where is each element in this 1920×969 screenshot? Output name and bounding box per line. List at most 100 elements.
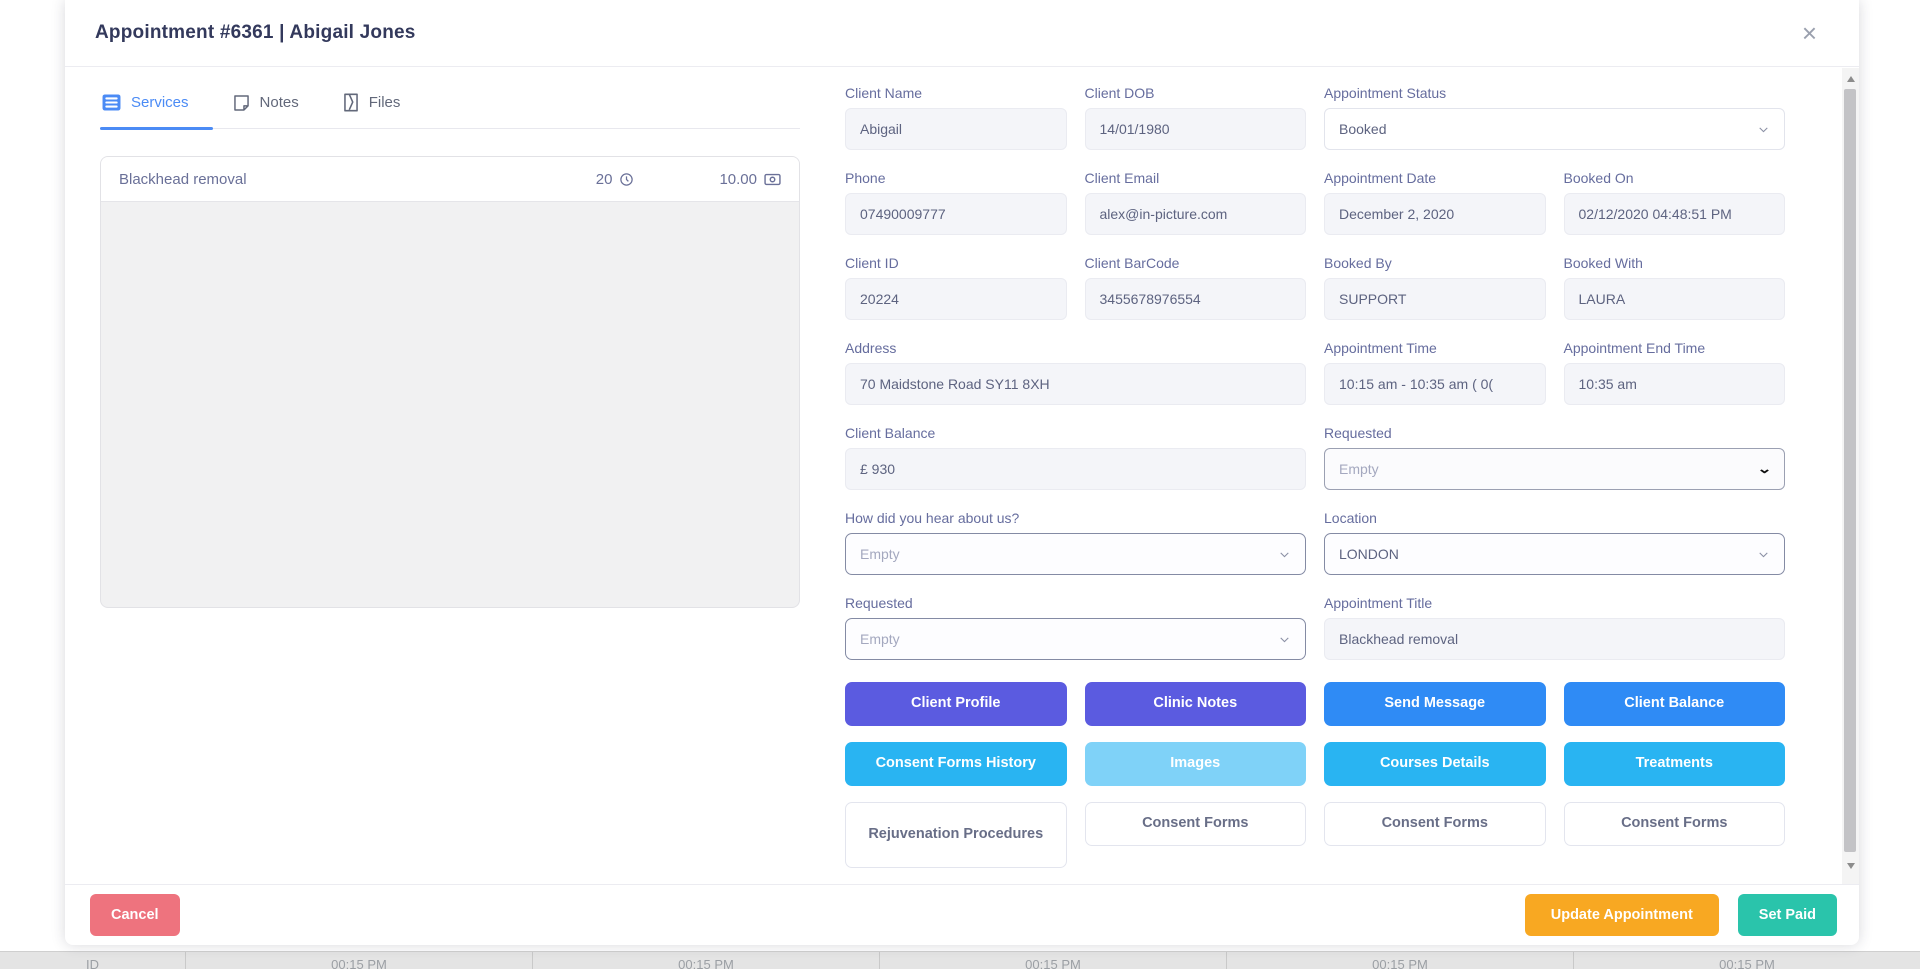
rejuvenation-procedures-button[interactable]: Rejuvenation Procedures — [845, 802, 1067, 868]
chevron-down-icon — [1757, 548, 1770, 561]
address-input[interactable]: 70 Maidstone Road SY11 8XH — [845, 363, 1306, 405]
consent-forms-history-button[interactable]: Consent Forms History — [845, 742, 1067, 786]
client-barcode-input[interactable]: 3455678976554 — [1085, 278, 1307, 320]
files-icon — [343, 93, 359, 112]
footer-right-actions: Update Appointment Set Paid — [1525, 894, 1837, 936]
field-label: Client Email — [1085, 170, 1307, 186]
tab-bar: Services Notes Files — [100, 93, 800, 128]
client-name-input[interactable]: Abigail — [845, 108, 1067, 150]
field-value: 10:15 am - 10:35 am ( 0( — [1339, 376, 1531, 392]
field-appointment-date: Appointment Date December 2, 2020 — [1324, 170, 1546, 235]
requested-dropdown[interactable]: Empty — [845, 618, 1306, 660]
appointment-title-input[interactable]: Blackhead removal — [1324, 618, 1785, 660]
field-requested: Requested Empty — [845, 595, 1306, 660]
tab-label: Services — [131, 94, 189, 111]
modal-title: Appointment #6361 | Abigail Jones — [95, 22, 416, 44]
consent-forms-button[interactable]: Consent Forms — [1324, 802, 1546, 846]
courses-details-button[interactable]: Courses Details — [1324, 742, 1546, 786]
calendar-column-header: 00:15 PM — [879, 952, 1226, 969]
client-balance-button[interactable]: Client Balance — [1564, 682, 1786, 726]
consent-forms-button[interactable]: Consent Forms — [1085, 802, 1307, 846]
phone-input[interactable]: 07490009777 — [845, 193, 1067, 235]
field-client-id: Client ID20224 — [845, 255, 1067, 320]
how-did-you-hear-about-us-dropdown[interactable]: Empty — [845, 533, 1306, 575]
chevron-down-icon — [1757, 123, 1770, 136]
field-value: 14/01/1980 — [1100, 121, 1292, 137]
field-label: Requested — [1324, 425, 1785, 441]
modal-scrollbar[interactable] — [1842, 68, 1859, 884]
calendar-column-header: ID — [0, 952, 185, 969]
tab-label: Files — [369, 94, 401, 111]
service-duration-value: 20 — [596, 171, 613, 188]
booked-by-input[interactable]: SUPPORT — [1324, 278, 1546, 320]
modal-header: Appointment #6361 | Abigail Jones × — [65, 0, 1859, 67]
calendar-column-header: 00:15 PM — [532, 952, 879, 969]
requested-dropdown[interactable]: Empty ⌄ — [1324, 448, 1785, 490]
field-client-dob: Client DOB 14/01/1980 — [1085, 85, 1307, 150]
cancel-button[interactable]: Cancel — [90, 894, 180, 936]
service-price-value: 10.00 — [719, 171, 757, 188]
appointment-status-dropdown[interactable]: Booked — [1324, 108, 1785, 150]
field-booked-by: Booked BySUPPORT — [1324, 255, 1546, 320]
field-label: Appointment Status — [1324, 85, 1785, 101]
form-grid: Client NameAbigail Client DOB 14/01/1980 Ap… — [845, 85, 1785, 660]
field-label: Appointment Date — [1324, 170, 1546, 186]
update-appointment-button[interactable]: Update Appointment — [1525, 894, 1719, 936]
field-address: Address70 Maidstone Road SY11 8XH — [845, 340, 1306, 405]
appointment-modal: Appointment #6361 | Abigail Jones × Serv… — [65, 0, 1859, 945]
client-profile-button[interactable]: Client Profile — [845, 682, 1067, 726]
field-value: Blackhead removal — [1339, 631, 1770, 647]
tab-services[interactable]: Services — [102, 93, 189, 128]
field-booked-on: Booked On 02/12/2020 04:48:51 PM — [1564, 170, 1786, 235]
field-label: Appointment End Time — [1564, 340, 1786, 356]
field-label: Client BarCode — [1085, 255, 1307, 271]
field-requested: Requested Empty ⌄ — [1324, 425, 1785, 490]
set-paid-button[interactable]: Set Paid — [1738, 894, 1837, 936]
field-appointment-time: Appointment Time10:15 am - 10:35 am ( 0( — [1324, 340, 1546, 405]
field-value: SUPPORT — [1339, 291, 1531, 307]
cash-icon — [764, 172, 781, 187]
service-row[interactable]: Blackhead removal 20 10.00 — [101, 157, 799, 202]
field-label: Client DOB — [1085, 85, 1307, 101]
field-value: Empty — [860, 546, 1270, 562]
field-label: How did you hear about us? — [845, 510, 1306, 526]
client-email-input[interactable]: alex@in-picture.com — [1085, 193, 1307, 235]
consent-forms-button[interactable]: Consent Forms — [1564, 802, 1786, 846]
location-dropdown[interactable]: LONDON — [1324, 533, 1785, 575]
scroll-down-icon[interactable] — [1842, 857, 1859, 874]
field-value: £ 930 — [860, 461, 1291, 477]
field-value: 20224 — [860, 291, 1052, 307]
field-client-name: Client NameAbigail — [845, 85, 1067, 150]
tab-files[interactable]: Files — [343, 93, 401, 128]
chevron-down-icon: ⌄ — [1757, 461, 1772, 477]
background-calendar-strip: ID00:15 PM00:15 PM00:15 PM00:15 PM00:15 … — [0, 951, 1920, 969]
appointment-time-input[interactable]: 10:15 am - 10:35 am ( 0( — [1324, 363, 1546, 405]
scroll-up-icon[interactable] — [1842, 70, 1859, 87]
close-icon[interactable]: × — [1802, 20, 1817, 46]
appointment-date-input[interactable]: December 2, 2020 — [1324, 193, 1546, 235]
field-label: Requested — [845, 595, 1306, 611]
field-location: Location LONDON — [1324, 510, 1785, 575]
tab-notes[interactable]: Notes — [233, 93, 299, 128]
scrollbar-thumb[interactable] — [1844, 89, 1856, 852]
field-value: 70 Maidstone Road SY11 8XH — [860, 376, 1291, 392]
field-value: alex@in-picture.com — [1100, 206, 1292, 222]
images-button[interactable]: Images — [1085, 742, 1307, 786]
client-balance-input[interactable]: £ 930 — [845, 448, 1306, 490]
appointment-end-time-input[interactable]: 10:35 am — [1564, 363, 1786, 405]
treatments-button[interactable]: Treatments — [1564, 742, 1786, 786]
booked-with-input[interactable]: LAURA — [1564, 278, 1786, 320]
service-duration: 20 — [596, 171, 635, 188]
clinic-notes-button[interactable]: Clinic Notes — [1085, 682, 1307, 726]
field-value: Empty — [1339, 461, 1751, 477]
field-value: Empty — [860, 631, 1270, 647]
client-dob-input[interactable]: 14/01/1980 — [1085, 108, 1307, 150]
field-label: Booked On — [1564, 170, 1786, 186]
field-client-barcode: Client BarCode 3455678976554 — [1085, 255, 1307, 320]
client-id-input[interactable]: 20224 — [845, 278, 1067, 320]
calendar-column-header: 00:15 PM — [1573, 952, 1920, 969]
field-label: Location — [1324, 510, 1785, 526]
send-message-button[interactable]: Send Message — [1324, 682, 1546, 726]
booked-on-input[interactable]: 02/12/2020 04:48:51 PM — [1564, 193, 1786, 235]
notes-icon — [233, 94, 250, 112]
